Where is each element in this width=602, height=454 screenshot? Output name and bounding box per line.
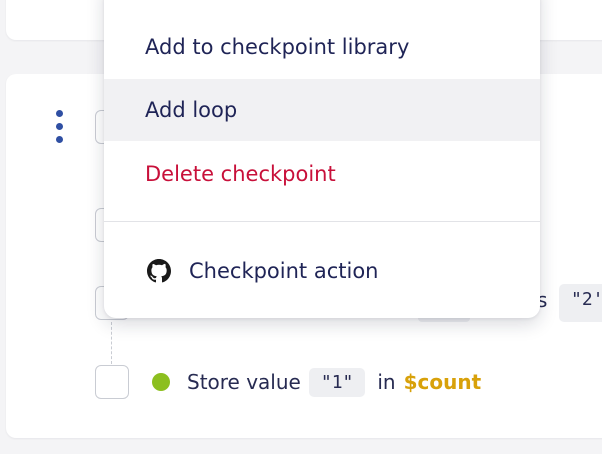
step-verb: Store value [187,370,301,394]
step-connector [111,322,112,364]
menu-item-label: Checkpoint action [189,259,379,283]
step-checkbox[interactable] [95,365,129,399]
menu-item-add-to-library[interactable]: Add to checkpoint library [104,16,540,78]
status-dot [152,373,170,391]
menu-divider [104,221,540,222]
value-chip: "2' [559,284,602,322]
menu-item-label: Add to checkpoint library [145,35,410,59]
step-row[interactable]: Store value "1" in $count [152,365,481,399]
step-preposition: in [377,370,396,394]
context-menu: Add to checkpoint library Add loop Delet… [104,0,540,318]
value-chip: "1" [308,367,366,397]
menu-item-label: Add loop [145,98,238,122]
menu-item-add-loop[interactable]: Add loop [104,79,540,141]
github-icon [147,259,171,283]
variable-name: $count [403,370,482,394]
menu-item-label: Delete checkpoint [145,162,336,186]
more-options-icon[interactable] [53,110,67,146]
menu-item-checkpoint-action[interactable]: Checkpoint action [104,240,540,302]
menu-item-delete-checkpoint[interactable]: Delete checkpoint [104,143,540,205]
